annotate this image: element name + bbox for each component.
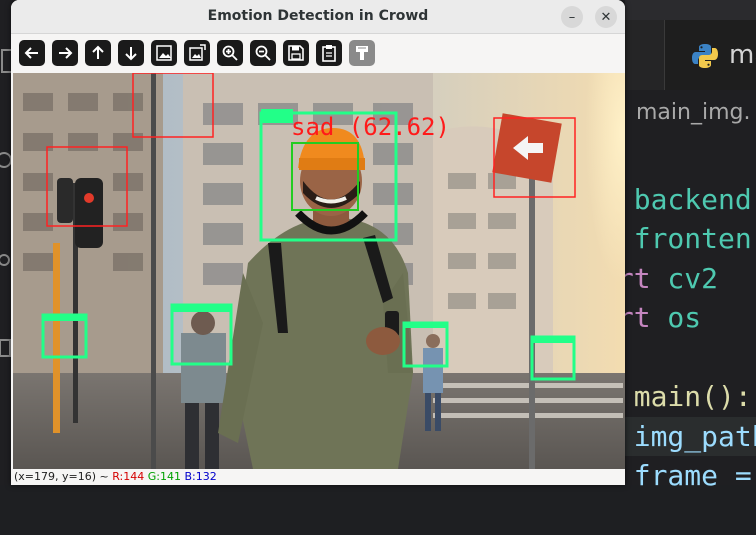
window-title: Emotion Detection in Crowd: [207, 8, 429, 24]
scene-image: sad (62.62): [13, 73, 625, 469]
image-icon: [156, 45, 172, 61]
zoom-in-button[interactable]: [217, 40, 243, 66]
editor-tab[interactable]: ma: [664, 20, 756, 90]
close-button[interactable]: ✕: [595, 6, 617, 28]
editor-tab-label: ma: [729, 40, 756, 70]
editor-breadcrumb[interactable]: main_img.: [636, 100, 750, 125]
copy-clipboard-button[interactable]: [316, 40, 342, 66]
pixel-blue-value: B:132: [184, 470, 217, 483]
properties-icon: [356, 46, 368, 60]
python-icon: [692, 44, 718, 68]
image-canvas[interactable]: sad (62.62): [13, 73, 625, 469]
editor-tab-gap: [625, 20, 664, 90]
pixel-green-value: G:141: [147, 470, 181, 483]
zoom-original-button[interactable]: [151, 40, 177, 66]
zoom-out-icon: [255, 45, 271, 61]
save-button[interactable]: [283, 40, 309, 66]
image-window[interactable]: Emotion Detection in Crowd – ✕ sad (62.6…: [11, 0, 625, 485]
save-icon: [288, 45, 304, 61]
status-bar: (x=179, y=16) ~ R:144 G:141 B:132: [11, 469, 625, 485]
arrow-left-icon: [24, 47, 38, 59]
pan-left-button[interactable]: [19, 40, 45, 66]
pixel-red-value: R:144: [112, 470, 145, 483]
arrow-right-icon: [59, 47, 73, 59]
zoom-in-icon: [222, 45, 238, 61]
toolbar: [11, 34, 625, 72]
cursor-coordinates: (x=179, y=16) ~: [14, 470, 109, 483]
pan-right-button[interactable]: [52, 40, 78, 66]
zoom-fit-button[interactable]: [184, 40, 210, 66]
clipboard-icon: [322, 45, 336, 62]
arrow-down-icon: [125, 47, 137, 61]
pan-down-button[interactable]: [118, 40, 144, 66]
emotion-label: sad (62.62): [291, 113, 450, 141]
properties-button[interactable]: [349, 40, 375, 66]
pan-up-button[interactable]: [85, 40, 111, 66]
minimize-button[interactable]: –: [561, 6, 583, 28]
window-titlebar[interactable]: Emotion Detection in Crowd – ✕: [11, 0, 625, 34]
image-fit-icon: [189, 44, 206, 61]
editor-top-strip: [625, 0, 756, 20]
zoom-out-button[interactable]: [250, 40, 276, 66]
arrow-up-icon: [92, 45, 104, 59]
